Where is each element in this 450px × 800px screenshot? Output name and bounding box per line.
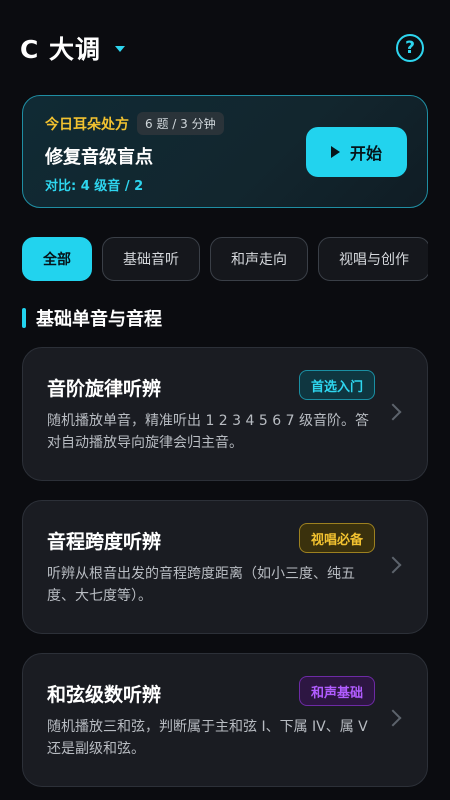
start-button-label: 开始 <box>349 144 382 163</box>
caret-down-icon <box>115 46 126 52</box>
tab-basic-listening[interactable]: 基础音听 <box>102 237 200 281</box>
chevron-right-icon <box>384 709 402 727</box>
lesson-badge: 视唱必备 <box>298 523 375 553</box>
lesson-desc: 随机播放三和弦，判断属于主和弦 I、下属 IV、属 V 还是副级和弦。 <box>47 719 368 757</box>
tab-label: 全部 <box>43 252 71 268</box>
section-title-text: 基础单音与音程 <box>36 309 162 330</box>
header: C 大调 ? <box>0 0 450 96</box>
tab-all[interactable]: 全部 <box>22 237 92 281</box>
today-meta-badge: 6 题 / 3 分钟 <box>137 112 224 135</box>
tab-label: 和声走向 <box>231 252 287 268</box>
lesson-card-chord[interactable]: 和弦级数听辨 和声基础 随机播放三和弦，判断属于主和弦 I、下属 IV、属 V … <box>22 653 428 787</box>
play-icon <box>330 146 340 158</box>
lesson-card-interval[interactable]: 音程跨度听辨 视唱必备 听辨从根音出发的音程跨度距离（如小三度、纯五度、大七度等… <box>22 500 428 634</box>
chevron-right-icon <box>384 556 402 574</box>
lesson-badge: 首选入门 <box>298 370 375 400</box>
lesson-desc: 听辨从根音出发的音程跨度距离（如小三度、纯五度、大七度等）。 <box>47 566 355 604</box>
lesson-name: 音程跨度听辨 <box>47 531 162 553</box>
help-icon[interactable]: ? <box>396 34 424 62</box>
tab-harmony-progression[interactable]: 和声走向 <box>210 237 308 281</box>
lesson-name: 和弦级数听辨 <box>47 684 162 706</box>
key-selector[interactable]: C 大调 <box>20 30 126 66</box>
lesson-card-scale[interactable]: 音阶旋律听辨 首选入门 随机播放单音，精准听出 1 2 3 4 5 6 7 级音… <box>22 347 428 481</box>
key-title: C 大调 <box>20 35 102 64</box>
lesson-badge: 和声基础 <box>298 676 375 706</box>
start-button[interactable]: 开始 <box>306 127 407 177</box>
section-accent-bar <box>22 308 26 328</box>
category-tabs: 全部 基础音听 和声走向 视唱与创作 <box>22 237 428 283</box>
tab-label: 视唱与创作 <box>339 252 409 268</box>
chevron-right-icon <box>384 403 402 421</box>
section-title: 基础单音与音程 <box>22 305 162 331</box>
today-prescription-card: 今日耳朵处方 6 题 / 3 分钟 修复音级盲点 对比: 4 级音 / 2 开始 <box>22 95 428 208</box>
lesson-desc: 随机播放单音，精准听出 1 2 3 4 5 6 7 级音阶。答对自动播放导向旋律… <box>47 413 369 451</box>
today-label: 今日耳朵处方 <box>45 116 129 133</box>
lesson-name: 音阶旋律听辨 <box>47 378 162 400</box>
today-compare: 对比: 4 级音 / 2 <box>45 179 144 194</box>
tab-label: 基础音听 <box>123 252 179 268</box>
today-title: 修复音级盲点 <box>45 147 153 168</box>
tab-sight-singing[interactable]: 视唱与创作 <box>318 237 428 281</box>
